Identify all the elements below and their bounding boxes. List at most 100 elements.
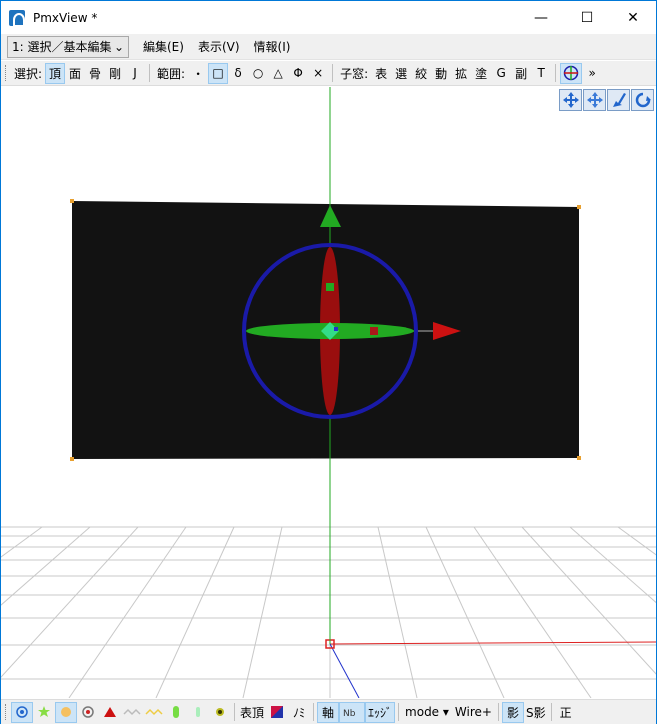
view-target-button[interactable] [560, 62, 583, 84]
view-move-button[interactable] [583, 89, 606, 111]
view-pan-button[interactable] [559, 89, 582, 111]
menu-view[interactable]: 表示(V) [198, 38, 240, 55]
show-vertex-table-button[interactable]: 表頂 [238, 702, 266, 723]
capsule-icon [173, 706, 179, 718]
menu-edit[interactable]: 編集(E) [143, 38, 184, 55]
axis-toggle-button[interactable]: 軸 [317, 701, 340, 723]
view-tools [559, 89, 654, 111]
show-light-button[interactable] [55, 701, 77, 723]
shadow-toggle-button[interactable]: 影 [501, 701, 524, 723]
chevron-down-icon: ⌄ [113, 39, 124, 54]
statusbar-divider [234, 703, 235, 721]
show-softbody-button[interactable] [209, 702, 231, 723]
toolbar-divider [332, 64, 334, 82]
3d-viewport[interactable] [1, 87, 656, 698]
window-controls: — ☐ ✕ [518, 1, 656, 34]
subwindow-label: 子窓: [340, 66, 369, 81]
dropdown-arrow-icon: ▾ [442, 705, 449, 719]
show-bone-button[interactable] [99, 702, 121, 723]
range-rect-button[interactable]: □ [208, 62, 229, 84]
range-triangle-button[interactable]: △ [268, 63, 288, 84]
subwin-sub-button[interactable]: 副 [511, 63, 531, 84]
gizmo-y-handle[interactable] [326, 283, 334, 291]
toolbar-divider [555, 64, 557, 82]
green-capsule-icon [196, 707, 200, 717]
subwin-g-button[interactable]: G [491, 63, 511, 84]
range-point-button[interactable]: ・ [188, 63, 208, 84]
render-mode-dropdown[interactable]: mode ▾ [402, 705, 452, 719]
sun-icon [61, 707, 71, 717]
orthographic-toggle-button[interactable]: 正 [555, 702, 577, 723]
range-label: 範囲: [157, 66, 186, 81]
show-rigid-button[interactable] [165, 702, 187, 723]
show-morph-button[interactable] [143, 702, 165, 723]
leaf-icon [216, 708, 224, 716]
dot-circle-icon [16, 706, 28, 718]
svg-text:Nb: Nb [343, 709, 356, 719]
maximize-button[interactable]: ☐ [564, 1, 610, 34]
edge-toggle-button[interactable]: ｴｯｼﾞ [365, 701, 396, 723]
subwin-move-button[interactable]: 動 [431, 63, 451, 84]
statusbar-divider [398, 703, 400, 721]
subwin-scale-button[interactable]: 拡 [451, 63, 471, 84]
show-joint-button[interactable] [187, 702, 209, 723]
edit-mode-value: 1: 選択／基本編集 [12, 40, 112, 54]
normal-toggle-button[interactable]: Nb [339, 701, 366, 723]
subwin-t-button[interactable]: T [531, 63, 551, 84]
subwin-select-button[interactable]: 選 [391, 63, 411, 84]
view-zoom-button[interactable] [607, 89, 630, 111]
color-swatch-icon [271, 706, 284, 718]
show-ik-button[interactable] [121, 702, 143, 723]
statusbar-divider [497, 703, 499, 721]
subwin-filter-button[interactable]: 絞 [411, 63, 431, 84]
select-joint-button[interactable]: J [125, 63, 145, 84]
toolbar-grip[interactable] [5, 65, 8, 81]
rotate-icon [635, 92, 651, 108]
normal-icon: Nb [343, 709, 356, 719]
pmxview-window: PmxView * — ☐ ✕ 1: 選択／基本編集 ⌄ 編集(E) 表示(V)… [0, 0, 657, 724]
show-wire-button[interactable] [33, 702, 55, 723]
show-bone-dot-button[interactable] [77, 702, 99, 723]
minimize-button[interactable]: — [518, 1, 564, 34]
self-shadow-toggle-button[interactable]: S影 [524, 702, 548, 723]
subwin-table-button[interactable]: 表 [371, 63, 391, 84]
selection-toolbar: 選択: 頂 面 骨 剛 J 範囲: ・ □ δ ○ △ Φ × 子窓: 表 選 … [1, 61, 656, 86]
select-face-button[interactable]: 面 [65, 63, 85, 84]
toolbar-divider [149, 64, 151, 82]
edit-mode-select[interactable]: 1: 選択／基本編集 ⌄ [7, 35, 129, 58]
diagonal-arrow-icon [612, 93, 626, 107]
wave-icon [123, 708, 141, 716]
range-clear-button[interactable]: × [308, 63, 328, 84]
x-axis-line [329, 641, 656, 645]
gizmo-z-handle[interactable] [334, 327, 338, 331]
gizmo-x-handle[interactable] [370, 327, 378, 335]
range-delta-button[interactable]: δ [228, 63, 248, 84]
viewport-canvas[interactable] [1, 87, 656, 698]
toolbar-overflow-button[interactable]: » [582, 63, 602, 84]
color-swatch-button[interactable] [266, 702, 288, 723]
statusbar-grip[interactable] [5, 704, 8, 720]
burst-icon [38, 706, 50, 717]
no-only-button[interactable]: ﾉﾐ [288, 702, 310, 723]
subwin-paint-button[interactable]: 塗 [471, 63, 491, 84]
floor-grid [1, 526, 656, 698]
range-phi-button[interactable]: Φ [288, 63, 308, 84]
show-vertex-dots-button[interactable] [11, 701, 33, 723]
red-triangle-icon [104, 707, 116, 717]
title-bar: PmxView * — ☐ ✕ [1, 1, 656, 34]
select-vertex-button[interactable]: 頂 [45, 62, 66, 84]
wire-plus-button[interactable]: Wire+ [452, 705, 495, 719]
window-title: PmxView * [33, 10, 98, 25]
select-rigid-button[interactable]: 剛 [105, 63, 125, 84]
pmxview-app-icon [9, 9, 25, 27]
move-arrows-icon [562, 92, 579, 108]
view-rotate-button[interactable] [631, 89, 654, 111]
z-axis-line [329, 643, 360, 698]
statusbar-divider [550, 703, 552, 721]
statusbar-divider [313, 703, 315, 721]
menu-info[interactable]: 情報(I) [254, 38, 291, 55]
select-bone-button[interactable]: 骨 [85, 63, 105, 84]
range-circle-button[interactable]: ○ [248, 63, 268, 84]
target-dot-icon [82, 706, 94, 718]
close-button[interactable]: ✕ [610, 1, 656, 34]
